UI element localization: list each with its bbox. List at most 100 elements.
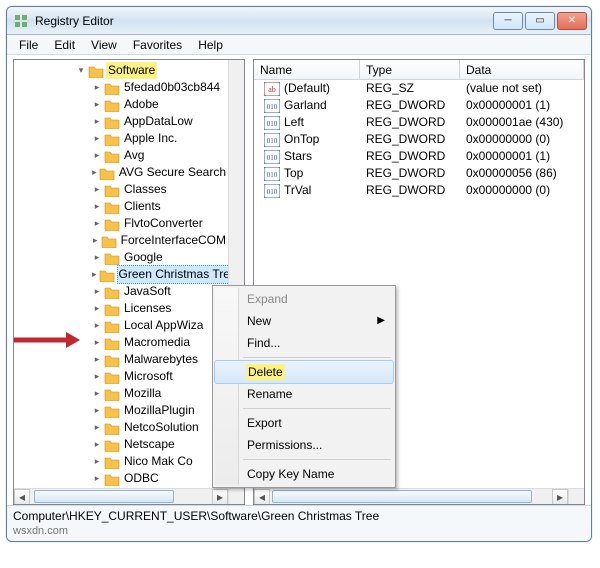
expander-icon[interactable]: ▸ bbox=[92, 215, 102, 232]
titlebar[interactable]: Registry Editor ─ ▭ ✕ bbox=[7, 7, 591, 35]
tree-item[interactable]: ▸ MozillaPlugin bbox=[14, 402, 228, 419]
context-item-rename[interactable]: Rename bbox=[215, 383, 393, 405]
context-item-export[interactable]: Export bbox=[215, 412, 393, 434]
expander-icon[interactable]: ▸ bbox=[92, 385, 102, 402]
folder-icon bbox=[104, 285, 120, 299]
menu-favorites[interactable]: Favorites bbox=[125, 36, 190, 54]
tree-root[interactable]: ▾Software bbox=[14, 62, 228, 79]
values-list[interactable]: (Default)REG_SZ(value not set)GarlandREG… bbox=[254, 80, 584, 199]
value-name: OnTop bbox=[284, 131, 319, 148]
tree-item[interactable]: ▸AVG Secure Search bbox=[14, 164, 228, 181]
context-item-copy-key-name[interactable]: Copy Key Name bbox=[215, 463, 393, 485]
context-item-delete[interactable]: Delete bbox=[214, 360, 394, 384]
expander-icon[interactable]: ▸ bbox=[92, 453, 102, 470]
col-type[interactable]: Type bbox=[360, 60, 460, 79]
tree-item[interactable]: ▸FlvtoConverter bbox=[14, 215, 228, 232]
tree-item[interactable]: ▸Green Christmas Tre bbox=[14, 266, 228, 283]
values-hscroll[interactable]: ◂ ▸ bbox=[254, 488, 568, 504]
context-separator bbox=[243, 357, 391, 358]
col-data[interactable]: Data bbox=[460, 60, 584, 79]
tree-item[interactable]: ▸Microsoft bbox=[14, 368, 228, 385]
tree-item[interactable]: ▸ODBC bbox=[14, 470, 228, 487]
menu-help[interactable]: Help bbox=[190, 36, 231, 54]
expander-icon[interactable]: ▸ bbox=[92, 402, 102, 419]
value-row[interactable]: OnTopREG_DWORD0x00000000 (0) bbox=[254, 131, 584, 148]
tree-pane: ▾Software▸5fedad0b03cb844▸Adobe▸AppDataL… bbox=[13, 59, 245, 505]
tree-item[interactable]: ▸Malwarebytes bbox=[14, 351, 228, 368]
expander-icon[interactable]: ▸ bbox=[92, 147, 102, 164]
tree-item[interactable]: ▸ Macromedia bbox=[14, 334, 228, 351]
context-item-permissions[interactable]: Permissions... bbox=[215, 434, 393, 456]
expander-icon[interactable]: ▸ bbox=[92, 351, 102, 368]
value-type: REG_DWORD bbox=[360, 165, 460, 182]
tree-item[interactable]: ▸5fedad0b03cb844 bbox=[14, 79, 228, 96]
tree-item-label: MozillaPlugin bbox=[122, 402, 197, 419]
context-item-label: Expand bbox=[247, 292, 288, 306]
status-path: Computer\HKEY_CURRENT_USER\Software\Gree… bbox=[13, 508, 585, 524]
value-row[interactable]: StarsREG_DWORD0x00000001 (1) bbox=[254, 148, 584, 165]
col-name[interactable]: Name bbox=[254, 60, 360, 79]
watermark: wsxdn.com bbox=[13, 524, 585, 538]
value-row[interactable]: LeftREG_DWORD0x000001ae (430) bbox=[254, 114, 584, 131]
submenu-arrow-icon: ▶ bbox=[377, 310, 385, 332]
tree-item[interactable]: ▸Clients bbox=[14, 198, 228, 215]
tree-item[interactable]: ▸ JavaSoft bbox=[14, 283, 228, 300]
menu-file[interactable]: File bbox=[11, 36, 46, 54]
tree-item[interactable]: ▸ForceInterfaceCOM bbox=[14, 232, 228, 249]
tree-item[interactable]: ▸AppDataLow bbox=[14, 113, 228, 130]
close-button[interactable]: ✕ bbox=[557, 12, 587, 30]
expander-icon[interactable]: ▸ bbox=[92, 368, 102, 385]
expander-icon[interactable]: ▸ bbox=[92, 79, 102, 96]
expander-icon[interactable]: ▸ bbox=[92, 96, 102, 113]
value-data: 0x00000000 (0) bbox=[460, 182, 584, 199]
expander-icon[interactable]: ▸ bbox=[92, 283, 102, 300]
menu-edit[interactable]: Edit bbox=[46, 36, 83, 54]
value-row[interactable]: TrValREG_DWORD0x00000000 (0) bbox=[254, 182, 584, 199]
tree-item[interactable]: ▸NetcoSolution bbox=[14, 419, 228, 436]
tree-item-label: Apple Inc. bbox=[122, 130, 179, 147]
expander-icon[interactable]: ▸ bbox=[92, 300, 102, 317]
folder-icon bbox=[101, 234, 117, 248]
expander-icon[interactable]: ▸ bbox=[92, 181, 102, 198]
expander-icon[interactable]: ▸ bbox=[92, 249, 102, 266]
tree-hscroll[interactable]: ◂ ▸ bbox=[14, 488, 228, 504]
expander-icon[interactable]: ▸ bbox=[92, 130, 102, 147]
tree-item-label: Macromedia bbox=[122, 334, 192, 351]
tree-item[interactable]: ▸Local AppWiza bbox=[14, 317, 228, 334]
tree-item[interactable]: ▸Google bbox=[14, 249, 228, 266]
expander-icon[interactable]: ▸ bbox=[92, 266, 97, 283]
expander-icon[interactable]: ▸ bbox=[92, 470, 102, 487]
tree-item[interactable]: ▸Nico Mak Co bbox=[14, 453, 228, 470]
tree-item[interactable]: ▸Classes bbox=[14, 181, 228, 198]
maximize-button[interactable]: ▭ bbox=[525, 12, 555, 30]
expander-icon[interactable]: ▾ bbox=[76, 62, 86, 79]
tree[interactable]: ▾Software▸5fedad0b03cb844▸Adobe▸AppDataL… bbox=[14, 60, 228, 488]
expander-icon[interactable]: ▸ bbox=[92, 334, 102, 351]
expander-icon[interactable]: ▸ bbox=[92, 419, 102, 436]
value-name: TrVal bbox=[284, 182, 311, 199]
expander-icon[interactable]: ▸ bbox=[92, 164, 97, 181]
value-row[interactable]: GarlandREG_DWORD0x00000001 (1) bbox=[254, 97, 584, 114]
tree-item[interactable]: ▸Netscape bbox=[14, 436, 228, 453]
expander-icon[interactable]: ▸ bbox=[92, 436, 102, 453]
value-name: (Default) bbox=[284, 80, 330, 97]
expander-icon[interactable]: ▸ bbox=[92, 232, 99, 249]
tree-item-label: JavaSoft bbox=[122, 283, 173, 300]
value-data: 0x000001ae (430) bbox=[460, 114, 584, 131]
value-row[interactable]: TopREG_DWORD0x00000056 (86) bbox=[254, 165, 584, 182]
tree-item[interactable]: ▸ Apple Inc. bbox=[14, 130, 228, 147]
value-type: REG_DWORD bbox=[360, 97, 460, 114]
context-item-new[interactable]: New▶ bbox=[215, 310, 393, 332]
folder-icon bbox=[104, 336, 120, 350]
tree-item[interactable]: ▸Avg bbox=[14, 147, 228, 164]
expander-icon[interactable]: ▸ bbox=[92, 113, 102, 130]
tree-item[interactable]: ▸Licenses bbox=[14, 300, 228, 317]
menu-view[interactable]: View bbox=[83, 36, 125, 54]
context-item-find[interactable]: Find... bbox=[215, 332, 393, 354]
expander-icon[interactable]: ▸ bbox=[92, 317, 102, 334]
tree-item[interactable]: ▸Mozilla bbox=[14, 385, 228, 402]
minimize-button[interactable]: ─ bbox=[493, 12, 523, 30]
tree-item[interactable]: ▸Adobe bbox=[14, 96, 228, 113]
value-row[interactable]: (Default)REG_SZ(value not set) bbox=[254, 80, 584, 97]
expander-icon[interactable]: ▸ bbox=[92, 198, 102, 215]
